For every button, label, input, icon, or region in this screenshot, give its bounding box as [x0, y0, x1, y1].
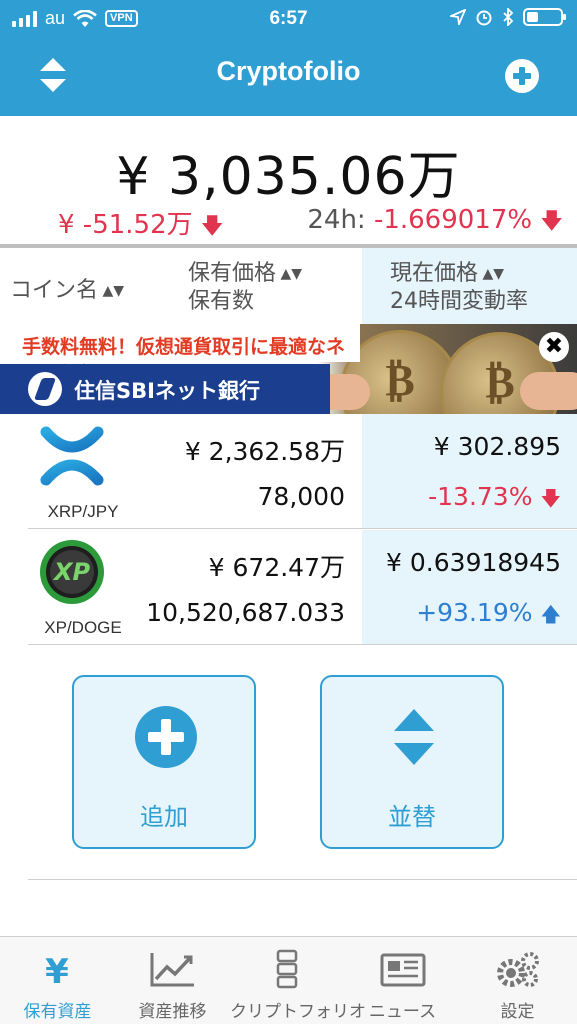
sort-button-label: 並替	[388, 803, 436, 831]
change-24h: 24h: -1.669017% 🡇	[307, 204, 563, 242]
status-bar: au VPN 6:57	[0, 0, 577, 38]
tab-news[interactable]: ニュース	[345, 937, 460, 1024]
sort-by-coin-name[interactable]: コイン名 ▲▼	[10, 272, 124, 304]
svg-text:¥: ¥	[45, 952, 69, 989]
tab-bar: ¥ 保有資産 資産推移 クリプトフォリオ ニュース 設定	[0, 936, 577, 1024]
sort-icon: ▲▼	[98, 283, 124, 299]
divider	[28, 879, 577, 880]
svg-text:XP: XP	[52, 558, 91, 586]
sort-button[interactable]: 並替	[320, 675, 504, 849]
sort-by-held[interactable]: 保有価格 ▲▼ 保有数	[188, 260, 302, 316]
battery-icon	[523, 8, 566, 26]
gears-icon	[497, 952, 539, 987]
sort-by-price[interactable]: 現在価格 ▲▼ 24時間変動率	[362, 248, 577, 324]
location-icon	[450, 9, 466, 25]
sort-updown-icon	[394, 709, 434, 765]
total-change: ¥ -51.52万 🡇	[58, 204, 224, 247]
xrp-icon	[40, 426, 104, 486]
current-price: ¥ 0.63918945	[386, 548, 561, 577]
hand-image	[520, 372, 577, 410]
tab-settings[interactable]: 設定	[460, 937, 575, 1024]
top-bar: au VPN 6:57 Cryptofolio	[0, 0, 577, 116]
held-quantity: 78,000	[257, 482, 345, 511]
close-icon[interactable]: ✖	[539, 332, 569, 362]
add-button[interactable]: 追加	[72, 675, 256, 849]
change-24h-value: -1.669017%	[373, 205, 533, 235]
ad-banner[interactable]: ₿ ₿ 手数料無料！仮想通貨取引に最適なネット銀行！ 住信SBIネット銀行 ✖	[0, 324, 577, 414]
add-button-label: 追加	[140, 803, 188, 831]
ad-bank-name: 住信SBIネット銀行	[74, 379, 260, 403]
arrow-down-icon: 🡇	[540, 209, 563, 234]
portfolio-summary: ¥ 3,035.06万 ¥ -51.52万 🡇 24h: -1.669017% …	[0, 116, 577, 246]
sort-icon: ▲▼	[276, 266, 302, 282]
plus-circle-icon	[135, 706, 197, 768]
yen-icon: ¥	[45, 952, 69, 989]
arrow-up-icon: 🡅	[540, 602, 561, 626]
tab-holdings[interactable]: ¥ 保有資産	[0, 937, 115, 1024]
held-value: ¥ 2,362.58万	[184, 437, 345, 466]
coin-pair: XP/DOGE	[44, 618, 122, 637]
table-header: コイン名 ▲▼ 保有価格 ▲▼ 保有数 現在価格 ▲▼ 24時間変動率	[0, 248, 577, 324]
total-change-value: ¥ -51.52万	[58, 210, 193, 240]
coin-pair: XRP/JPY	[47, 502, 119, 521]
bank-logo-icon	[28, 372, 62, 406]
plus-circle-icon[interactable]	[505, 59, 539, 93]
held-value: ¥ 672.47万	[208, 553, 345, 582]
tab-cryptofolio[interactable]: クリプトフォリオ	[230, 937, 366, 1024]
alarm-icon	[476, 10, 492, 26]
arrow-down-icon: 🡇	[200, 214, 224, 239]
total-value: ¥ 3,035.06万	[116, 147, 461, 207]
price-change: +93.19% 🡅	[416, 598, 561, 627]
table-row[interactable]: XRP/JPY ¥ 2,362.58万 78,000 ¥ 302.895 -13…	[28, 414, 577, 529]
held-quantity: 10,520,687.033	[146, 598, 345, 627]
chart-icon	[150, 953, 194, 987]
newspaper-icon	[380, 953, 426, 987]
xp-icon: XP	[40, 540, 104, 604]
tab-asset-history[interactable]: 資産推移	[115, 937, 230, 1024]
price-change: -13.73% 🡇	[428, 482, 561, 511]
app-title: Cryptofolio	[216, 56, 361, 86]
arrow-down-icon: 🡇	[540, 486, 561, 510]
blockchain-icon	[276, 949, 298, 989]
bluetooth-icon	[503, 8, 514, 26]
sort-icon: ▲▼	[478, 266, 504, 282]
table-row[interactable]: XP XP/DOGE ¥ 672.47万 10,520,687.033 ¥ 0.…	[28, 530, 577, 645]
current-price: ¥ 302.895	[433, 432, 561, 461]
change-24h-label: 24h:	[307, 205, 366, 235]
